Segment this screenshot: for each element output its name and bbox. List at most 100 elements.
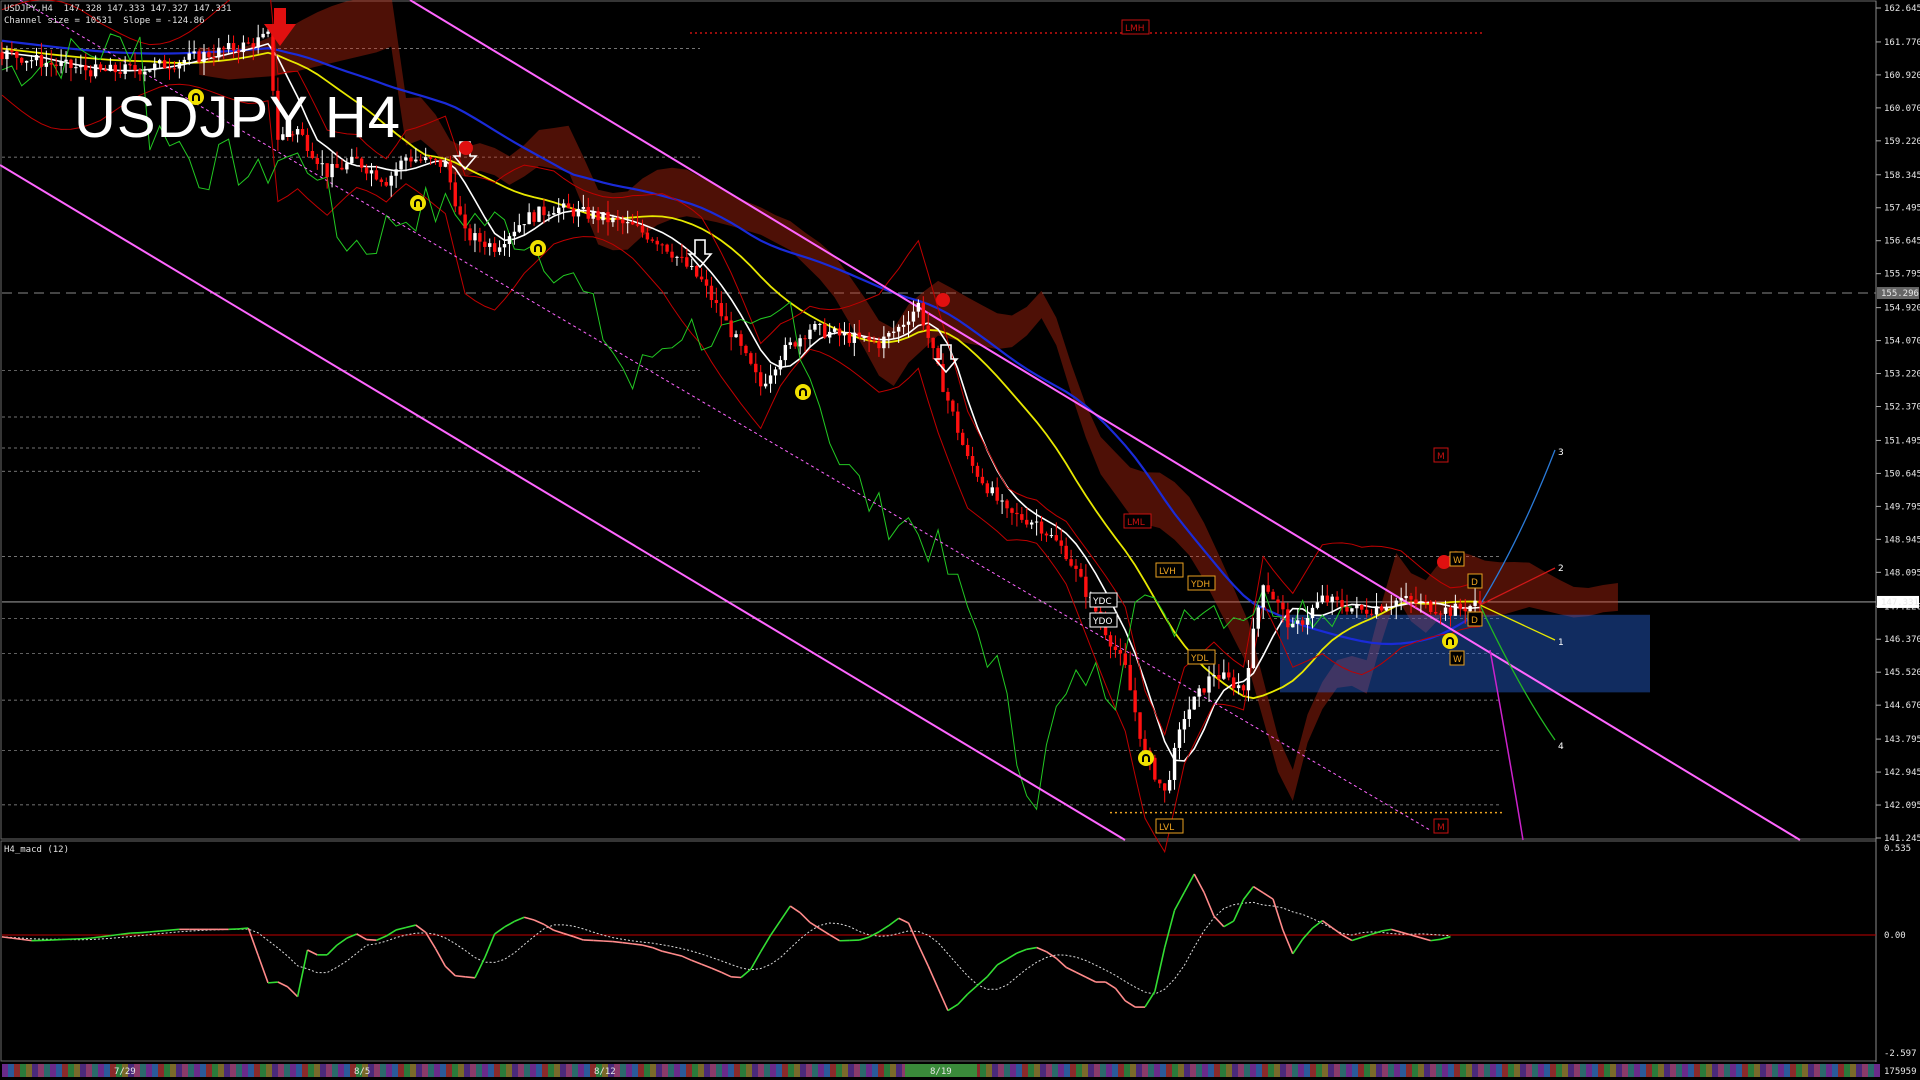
macd-segment [937, 987, 949, 1011]
time-cell [488, 1064, 494, 1077]
candle [148, 69, 152, 73]
candle [1177, 722, 1182, 760]
time-cell [272, 1064, 278, 1077]
chart-title: USDJPY H4 [74, 85, 402, 150]
time-cell [1826, 1064, 1832, 1077]
candle-body [1384, 607, 1389, 611]
time-cell [32, 1064, 38, 1077]
candle-body [630, 222, 635, 225]
candle-body [1296, 620, 1300, 624]
time-cell [1694, 1064, 1700, 1077]
candle [808, 324, 812, 348]
candle-body [1291, 623, 1295, 628]
candle-body [384, 182, 388, 186]
macd-segment [465, 976, 476, 979]
macd-segment [1341, 934, 1353, 942]
time-cell [452, 1064, 458, 1077]
macd-segment [927, 965, 939, 989]
macd-segment [1144, 991, 1156, 1008]
symbol-info: USDJPY,H4 147.328 147.333 147.327 147.33… [4, 4, 232, 14]
candle-body [492, 243, 497, 252]
candle [261, 27, 265, 39]
macd-segment [1282, 929, 1294, 955]
time-cell [1244, 1064, 1250, 1077]
candle-body [675, 256, 679, 258]
candle-body [39, 55, 44, 67]
candle-body [409, 157, 413, 162]
candle-body [1079, 568, 1083, 577]
candle-body [734, 334, 738, 338]
time-cell [704, 1064, 710, 1077]
price-tick-label: 142.095 [1884, 801, 1920, 811]
time-cell [512, 1064, 518, 1077]
macd-segment [1026, 946, 1037, 951]
candle-body [625, 222, 630, 224]
macd-segment [159, 929, 170, 932]
candle-body [1222, 672, 1226, 679]
macd-segment [622, 941, 633, 945]
level-box-label: LMH [1125, 24, 1145, 34]
candle [1197, 685, 1201, 707]
candle [1202, 688, 1206, 695]
macd-segment [11, 937, 22, 941]
time-cell [1754, 1064, 1760, 1077]
time-cell [1034, 1064, 1040, 1077]
macd-segment [524, 916, 535, 921]
candle-body [1325, 595, 1329, 603]
time-cell [560, 1064, 566, 1077]
candle-body [744, 345, 748, 354]
time-cell [1424, 1064, 1430, 1077]
level-box-label: M [1437, 823, 1445, 833]
candle-body [167, 68, 172, 70]
candle [685, 248, 689, 269]
candle [1251, 617, 1256, 669]
candle [739, 330, 743, 355]
time-cell [632, 1064, 638, 1077]
time-cell [164, 1064, 170, 1077]
macd-segment [1351, 936, 1363, 942]
chart-canvas[interactable]: 3 2 1 4 LMH LVH LML LVL YDH YDL YDC YDO M M W W D D 162.… [0, 0, 1920, 1080]
candle [359, 156, 364, 173]
macd-segment [691, 959, 702, 966]
candle-body [369, 170, 374, 174]
candle-body [507, 236, 512, 245]
price-tick-label: 154.920 [1884, 304, 1920, 314]
candle-body [359, 158, 364, 168]
candle-body [926, 325, 930, 338]
time-cell [746, 1064, 752, 1077]
candle-body [10, 50, 14, 52]
time-cell [716, 1064, 722, 1077]
time-cell [1130, 1064, 1136, 1077]
time-cell [1556, 1064, 1562, 1077]
level-box-label: W [1453, 556, 1462, 566]
macd-segment [1193, 873, 1205, 893]
candle-body [217, 47, 221, 58]
candle [1044, 531, 1049, 542]
candle-body [1034, 521, 1039, 523]
time-cell [392, 1064, 398, 1077]
candle-body [364, 167, 369, 174]
time-cell [782, 1064, 788, 1077]
time-cell [188, 1064, 194, 1077]
time-cell [1772, 1064, 1778, 1077]
macd-segment [986, 964, 998, 978]
time-cell [1748, 1064, 1754, 1077]
macd-segment [139, 931, 150, 934]
candle-body [571, 208, 576, 217]
candle [478, 227, 482, 253]
candle [1128, 651, 1132, 691]
candle-body [1443, 607, 1448, 614]
time-cell [842, 1064, 848, 1077]
macd-segment [90, 936, 101, 939]
price-tick-label: 160.920 [1884, 71, 1920, 81]
candle-body [207, 52, 211, 57]
candle [975, 462, 980, 482]
candle-body [502, 244, 507, 248]
candle [1064, 537, 1068, 562]
candle [404, 154, 408, 172]
candle [488, 238, 492, 256]
candle-body [1133, 690, 1137, 713]
time-cell [1808, 1064, 1814, 1077]
candle-body [374, 170, 379, 180]
candle-body [1207, 676, 1211, 693]
